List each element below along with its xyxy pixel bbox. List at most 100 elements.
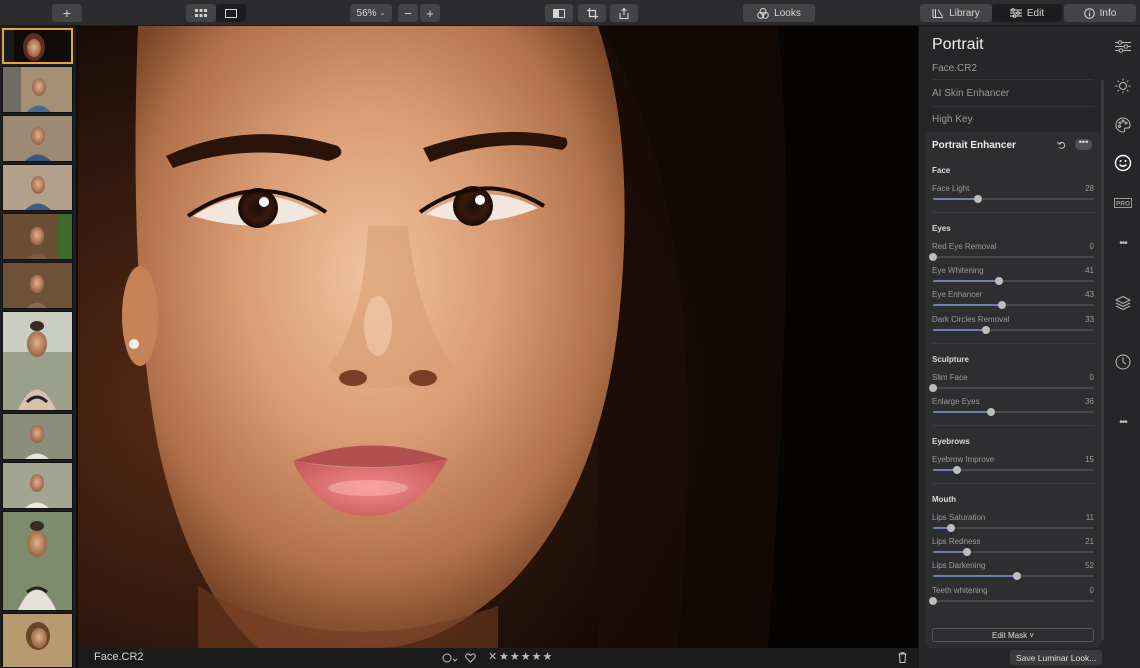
zoom-in-label: + xyxy=(426,5,434,21)
filmstrip-thumbnail[interactable] xyxy=(2,28,73,64)
slider-label: Enlarge Eyes xyxy=(932,397,980,406)
filmstrip-thumbnail[interactable] xyxy=(2,462,73,509)
grid-view-button[interactable] xyxy=(186,4,216,22)
compare-button[interactable] xyxy=(545,4,573,22)
slider-knob[interactable] xyxy=(953,466,962,474)
save-luminar-look-button[interactable]: Save Luminar Look... xyxy=(1010,650,1103,665)
more-icon[interactable]: ••• xyxy=(1114,413,1132,431)
slider-knob[interactable] xyxy=(962,548,971,556)
slider-knob[interactable] xyxy=(982,326,991,334)
add-button[interactable]: + xyxy=(52,4,82,22)
slider-label: Eye Whitening xyxy=(932,266,984,275)
filmstrip-thumbnail[interactable] xyxy=(2,213,73,260)
slider-track[interactable] xyxy=(933,195,1094,203)
slider-track[interactable] xyxy=(933,572,1094,580)
slider-knob[interactable] xyxy=(929,384,937,392)
zoom-out-label: − xyxy=(404,5,412,21)
slider-track[interactable] xyxy=(933,277,1094,285)
grid-icon xyxy=(195,8,207,17)
pro-icon[interactable]: PRO xyxy=(1114,194,1132,212)
slider-value: 11 xyxy=(1085,513,1094,522)
add-button-label: + xyxy=(62,5,72,21)
palette-icon[interactable] xyxy=(1114,116,1132,134)
tool-ai-skin-enhancer[interactable]: AI Skin Enhancer xyxy=(932,88,1009,99)
slider-track[interactable] xyxy=(933,524,1094,532)
divider xyxy=(932,79,1094,80)
slider-track[interactable] xyxy=(933,408,1094,416)
slider-value: 43 xyxy=(1085,290,1094,299)
edit-mask-label: Edit Mask ˅ xyxy=(991,630,1034,640)
slider-label: Lips Saturation xyxy=(932,513,986,522)
slider-track[interactable] xyxy=(933,326,1094,334)
zoom-in-button[interactable]: + xyxy=(420,4,440,22)
edit-mask-button[interactable]: Edit Mask ˅ xyxy=(932,628,1094,642)
star-rating[interactable]: ★★★★★ xyxy=(499,650,553,663)
filmstrip-thumbnail[interactable] xyxy=(2,511,73,611)
edit-tab[interactable]: Edit xyxy=(992,4,1062,22)
tool-high-key[interactable]: High Key xyxy=(932,114,973,125)
bottom-status-bar: Face.CR2 ✕ ★★★★★ xyxy=(78,648,918,668)
slider-knob[interactable] xyxy=(995,277,1003,285)
single-image-icon xyxy=(225,8,237,18)
section-heading: Sculpture xyxy=(932,355,969,364)
filmstrip-thumbnail[interactable] xyxy=(2,164,73,211)
slider-fill xyxy=(933,198,979,200)
slider-track[interactable] xyxy=(929,597,1094,605)
slider-knob[interactable] xyxy=(929,253,937,261)
zoom-out-button[interactable]: − xyxy=(398,4,418,22)
more-icon[interactable]: ••• xyxy=(1114,234,1132,252)
slider-value: 15 xyxy=(1085,455,1094,464)
filmstrip-thumbnail[interactable] xyxy=(2,262,73,309)
adjust-icon[interactable] xyxy=(1114,37,1132,55)
reject-icon[interactable]: ✕ xyxy=(488,650,497,663)
history-icon[interactable] xyxy=(1114,353,1132,371)
looks-button[interactable]: Looks xyxy=(743,4,815,22)
filmstrip-thumbnail[interactable] xyxy=(2,66,73,113)
zoom-select[interactable]: 56% ⌄ xyxy=(350,4,392,22)
share-button[interactable] xyxy=(610,4,638,22)
slider-value: 28 xyxy=(1085,184,1094,193)
filmstrip-thumbnail[interactable] xyxy=(2,613,73,668)
slider-knob[interactable] xyxy=(986,408,995,416)
heart-icon[interactable] xyxy=(465,653,476,663)
slider-track[interactable] xyxy=(933,301,1094,309)
photo-filename: Face.CR2 xyxy=(94,651,144,663)
more-options-button[interactable]: ••• xyxy=(1075,138,1092,150)
tool-rail: PRO ••• ••• xyxy=(1106,26,1140,668)
reset-icon[interactable] xyxy=(1057,141,1066,150)
slider-knob[interactable] xyxy=(1012,572,1021,580)
app-window: + 56% ⌄ − + Looks Library Edit Info Face… xyxy=(0,0,1140,668)
slider-knob[interactable] xyxy=(946,524,955,532)
face-icon[interactable] xyxy=(1114,154,1132,172)
slider-track[interactable] xyxy=(929,384,1094,392)
crop-button[interactable] xyxy=(578,4,606,22)
slider-track[interactable] xyxy=(933,548,1094,556)
info-tab[interactable]: Info xyxy=(1064,4,1136,22)
filmstrip-thumbnail[interactable] xyxy=(2,115,73,162)
slider-track[interactable] xyxy=(929,253,1094,261)
filmstrip-thumbnail[interactable] xyxy=(2,413,73,460)
single-view-button[interactable] xyxy=(216,4,246,22)
trash-icon[interactable] xyxy=(898,652,907,663)
section-divider xyxy=(932,343,1094,344)
section-heading: Eyes xyxy=(932,224,951,233)
section-divider xyxy=(932,483,1094,484)
looks-label: Looks xyxy=(774,7,801,19)
slider-knob[interactable] xyxy=(974,195,983,203)
slider-knob[interactable] xyxy=(929,597,937,605)
library-tab[interactable]: Library xyxy=(920,4,992,22)
slider-value: 36 xyxy=(1085,397,1094,406)
filmstrip-thumbnail[interactable] xyxy=(2,311,73,411)
slider-fill xyxy=(933,411,991,413)
sun-icon[interactable] xyxy=(1114,77,1132,95)
slider-knob[interactable] xyxy=(998,301,1007,309)
photo-viewer[interactable] xyxy=(78,26,918,648)
layers-icon[interactable] xyxy=(1114,294,1132,312)
slider-track[interactable] xyxy=(933,466,1094,474)
slider-label: Teeth whitening xyxy=(932,586,988,595)
zoom-value: 56% xyxy=(356,7,377,19)
color-label-icon[interactable] xyxy=(442,653,458,663)
edit-panel: Portrait Face.CR2 AI Skin Enhancer High … xyxy=(918,26,1106,668)
section-heading: Face xyxy=(932,166,951,175)
panel-scrollbar[interactable] xyxy=(1101,80,1104,640)
